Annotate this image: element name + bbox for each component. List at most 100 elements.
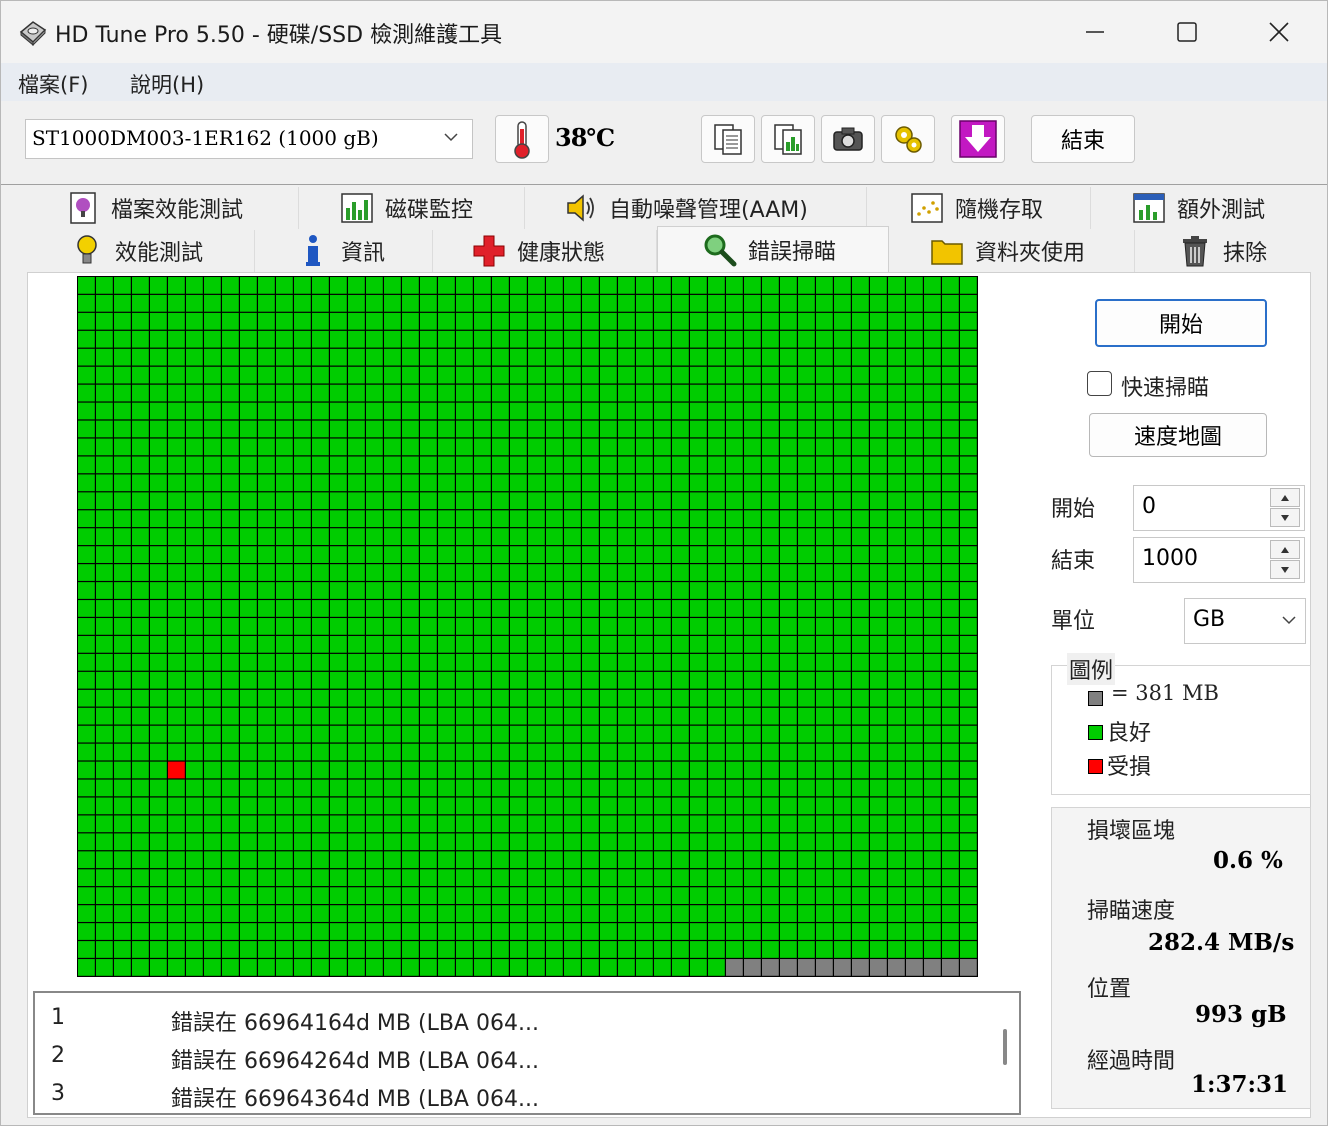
block-cell-good <box>924 384 941 402</box>
block-cell-good <box>78 312 95 330</box>
block-cell-good <box>762 402 779 420</box>
quick-scan-checkbox[interactable] <box>1087 371 1112 396</box>
spin-down-icon[interactable] <box>1270 560 1300 579</box>
block-cell-good <box>798 582 815 599</box>
block-cell-good <box>762 635 779 653</box>
block-cell-good <box>528 833 545 851</box>
list-item[interactable]: 3 錯誤在 66964364d MB (LBA 064... <box>35 1073 985 1112</box>
end-position-spinner[interactable] <box>1270 540 1300 580</box>
block-cell-good <box>510 869 527 887</box>
block-cell-good <box>582 671 599 689</box>
spin-up-icon[interactable] <box>1270 540 1300 559</box>
block-cell-good <box>78 528 95 546</box>
block-cell-good <box>96 653 113 671</box>
block-cell-good <box>708 833 725 851</box>
block-cell-good <box>780 510 797 528</box>
start-scan-button[interactable]: 開始 <box>1095 299 1267 347</box>
close-button[interactable] <box>1233 1 1325 63</box>
block-cell-good <box>726 564 743 581</box>
end-position-input[interactable]: 1000 <box>1133 537 1305 583</box>
block-cell-good <box>528 959 545 976</box>
block-cell-good <box>132 474 149 492</box>
screenshot-button[interactable] <box>821 115 875 163</box>
tab-health[interactable]: 健康狀態 <box>433 230 657 272</box>
block-cell-good <box>276 438 293 456</box>
block-cell-good <box>294 743 311 761</box>
maximize-button[interactable] <box>1141 1 1233 63</box>
block-cell-good <box>420 959 437 976</box>
unit-select[interactable]: GB <box>1184 598 1306 644</box>
block-cell-good <box>294 725 311 743</box>
block-cell-good <box>780 528 797 546</box>
block-cell-unscanned <box>924 959 941 976</box>
block-cell-good <box>384 851 401 869</box>
block-cell-good <box>186 905 203 922</box>
save-button[interactable] <box>951 115 1005 163</box>
block-cell-good <box>348 456 365 474</box>
block-cell-good <box>438 761 455 779</box>
block-cell-good <box>726 851 743 869</box>
tab-file-benchmark[interactable]: 檔案效能測試 <box>29 187 299 229</box>
block-cell-good <box>276 761 293 779</box>
minimize-button[interactable] <box>1049 1 1141 63</box>
block-cell-good <box>744 725 761 743</box>
block-cell-good <box>150 959 167 976</box>
tab-benchmark[interactable]: 效能測試 <box>29 230 255 272</box>
block-cell-good <box>510 438 527 456</box>
spin-up-icon[interactable] <box>1270 488 1300 507</box>
block-cell-good <box>78 456 95 474</box>
block-cell-good <box>546 635 563 653</box>
block-cell-good <box>924 294 941 312</box>
block-cell-good <box>456 582 473 599</box>
block-cell-good <box>924 492 941 510</box>
tab-folder-usage[interactable]: 資料夾使用 <box>889 230 1135 272</box>
block-cell-good <box>330 366 347 384</box>
tab-info[interactable]: 資訊 <box>255 230 433 272</box>
tab-extra-tests[interactable]: 額外測試 <box>1091 187 1311 229</box>
tab-aam[interactable]: 自動噪聲管理(AAM) <box>525 187 867 229</box>
block-cell-good <box>726 905 743 922</box>
exit-button[interactable]: 結束 <box>1031 115 1135 163</box>
options-button[interactable] <box>881 115 935 163</box>
block-cell-good <box>168 600 185 617</box>
block-cell-good <box>636 312 653 330</box>
tab-random-access[interactable]: 隨機存取 <box>867 187 1091 229</box>
tab-error-scan[interactable]: 錯誤掃瞄 <box>657 226 889 272</box>
list-item[interactable]: 1 錯誤在 66964164d MB (LBA 064... <box>35 997 985 1036</box>
block-cell-good <box>510 618 527 635</box>
block-cell-good <box>168 815 185 833</box>
block-cell-good <box>942 851 959 869</box>
copy-text-button[interactable] <box>701 115 755 163</box>
block-cell-good <box>618 546 635 563</box>
error-list-scrollbar[interactable] <box>1003 1029 1007 1065</box>
block-cell-good <box>744 474 761 492</box>
list-item[interactable]: 2 錯誤在 66964264d MB (LBA 064... <box>35 1035 985 1074</box>
block-cell-good <box>834 294 851 312</box>
start-position-spinner[interactable] <box>1270 488 1300 528</box>
block-cell-good <box>420 869 437 887</box>
block-cell-good <box>420 797 437 815</box>
drive-select[interactable]: ST1000DM003-1ER162 (1000 gB) <box>25 119 473 159</box>
menu-help[interactable]: 說明(H) <box>130 69 204 99</box>
error-list[interactable]: 1 錯誤在 66964164d MB (LBA 064... 2 錯誤在 669… <box>33 991 1021 1115</box>
tab-erase[interactable]: 抹除 <box>1135 230 1311 272</box>
block-cell-good <box>510 887 527 905</box>
copy-image-button[interactable] <box>761 115 815 163</box>
block-cell-good <box>276 492 293 510</box>
block-cell-good <box>510 707 527 725</box>
block-cell-good <box>636 546 653 563</box>
block-cell-good <box>114 671 131 689</box>
speed-map-button[interactable]: 速度地圖 <box>1089 413 1267 457</box>
spin-down-icon[interactable] <box>1270 508 1300 527</box>
block-cell-good <box>78 510 95 528</box>
block-cell-good <box>132 689 149 707</box>
block-cell-good <box>780 330 797 348</box>
block-cell-good <box>240 689 257 707</box>
tab-disk-monitor[interactable]: 磁碟監控 <box>299 187 525 229</box>
menu-file[interactable]: 檔案(F) <box>18 69 88 99</box>
temperature-button[interactable] <box>495 115 549 163</box>
block-cell-good <box>780 851 797 869</box>
tab-row-top: 檔案效能測試 磁碟監控 自動噪聲管理(AAM) 隨機存取 額外測試 <box>29 187 1311 229</box>
block-cell-good <box>546 815 563 833</box>
start-position-input[interactable]: 0 <box>1133 485 1305 531</box>
